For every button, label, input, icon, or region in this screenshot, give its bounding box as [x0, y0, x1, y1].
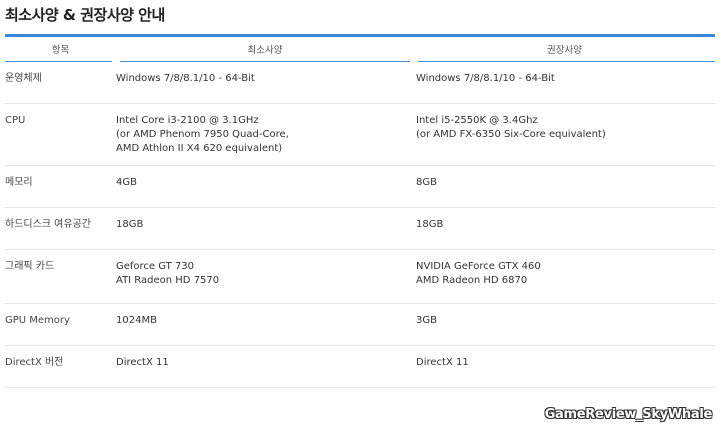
- spec-line: 18GB: [116, 219, 144, 230]
- row-label: 하드디스크 여유공간: [5, 207, 116, 250]
- header-item-label: 항목: [51, 45, 70, 57]
- spec-line: Intel i5-2550K @ 3.4Ghz: [416, 115, 538, 126]
- minimum-spec-cell: Windows 7/8/8.1/10 - 64-Bit: [116, 61, 414, 104]
- spec-line: (or AMD Phenom 7950 Quad-Core,: [116, 129, 289, 140]
- header-minimum-label: 최소사양: [247, 45, 283, 57]
- spec-line: (or AMD FX-6350 Six-Core equivalent): [416, 129, 606, 140]
- spec-line: DirectX 11: [116, 357, 169, 368]
- recommended-spec-cell: Intel i5-2550K @ 3.4Ghz (or AMD FX-6350 S…: [414, 103, 715, 166]
- recommended-spec-cell: 8GB: [414, 165, 715, 208]
- minimum-spec-cell: Intel Core i3-2100 @ 3.1GHz (or AMD Pheno…: [116, 103, 414, 166]
- minimum-spec-cell: 1024MB: [116, 303, 414, 346]
- row-label: GPU Memory: [5, 303, 116, 346]
- spec-line: Geforce GT 730: [116, 261, 195, 272]
- spec-line: 1024MB: [116, 315, 157, 326]
- table-row: DirectX 버전 DirectX 11 DirectX 11: [5, 345, 715, 388]
- spec-line: Windows 7/8/8.1/10 - 64-Bit: [116, 72, 255, 84]
- spec-line: 3GB: [416, 315, 437, 326]
- table-row: 메모리 4GB 8GB: [5, 165, 715, 208]
- recommended-spec-cell: Windows 7/8/8.1/10 - 64-Bit: [414, 61, 715, 104]
- spec-line: 18GB: [416, 219, 444, 230]
- recommended-spec-cell: 3GB: [414, 303, 715, 346]
- header-recommended: 권장사양: [414, 34, 715, 62]
- table-row: 그래픽 카드 Geforce GT 730 ATI Radeon HD 7570 NV…: [5, 249, 715, 304]
- spec-line: NVIDIA GeForce GTX 460: [416, 261, 541, 272]
- table-row: CPU Intel Core i3-2100 @ 3.1GHz (or AMD Ph…: [5, 103, 715, 166]
- recommended-spec-cell: DirectX 11: [414, 345, 715, 388]
- minimum-spec-cell: 18GB: [116, 207, 414, 250]
- spec-line: 4GB: [116, 177, 137, 188]
- minimum-spec-cell: 4GB: [116, 165, 414, 208]
- spec-line: 8GB: [416, 177, 437, 188]
- table-row: 하드디스크 여유공간 18GB 18GB: [5, 207, 715, 250]
- table-row: GPU Memory 1024MB 3GB: [5, 303, 715, 346]
- minimum-spec-cell: Geforce GT 730 ATI Radeon HD 7570: [116, 249, 414, 304]
- table-header-row: 항목 최소사양 권장사양: [5, 34, 715, 62]
- recommended-spec-cell: 18GB: [414, 207, 715, 250]
- row-label: DirectX 버전: [5, 345, 116, 388]
- spec-line: Windows 7/8/8.1/10 - 64-Bit: [416, 72, 555, 84]
- spec-table: 항목 최소사양 권장사양 운영체제 Windows 7/8/8.1/10 - 64…: [5, 34, 715, 388]
- spec-line: DirectX 11: [416, 357, 469, 368]
- row-label: CPU: [5, 103, 116, 166]
- spec-line: AMD Radeon HD 6870: [416, 275, 528, 286]
- row-label: 그래픽 카드: [5, 249, 116, 304]
- row-label: 메모리: [5, 165, 116, 208]
- header-minimum: 최소사양: [116, 34, 414, 62]
- minimum-spec-cell: DirectX 11: [116, 345, 414, 388]
- recommended-spec-cell: NVIDIA GeForce GTX 460 AMD Radeon HD 6870: [414, 249, 715, 304]
- header-item: 항목: [5, 34, 116, 62]
- spec-body: 운영체제 Windows 7/8/8.1/10 - 64-Bit Windows 7…: [5, 61, 715, 388]
- table-row: 운영체제 Windows 7/8/8.1/10 - 64-Bit Windows 7…: [5, 61, 715, 104]
- spec-line: Intel Core i3-2100 @ 3.1GHz: [116, 115, 259, 126]
- header-recommended-label: 권장사양: [547, 45, 582, 57]
- row-label: 운영체제: [5, 61, 116, 104]
- spec-line: ATI Radeon HD 7570: [116, 275, 220, 286]
- page-title: 최소사양 & 권장사양 안내: [5, 6, 165, 24]
- spec-line: AMD Athlon II X4 620 equivalent): [116, 143, 283, 154]
- watermark: GameReview_SkyWhale: [544, 407, 713, 422]
